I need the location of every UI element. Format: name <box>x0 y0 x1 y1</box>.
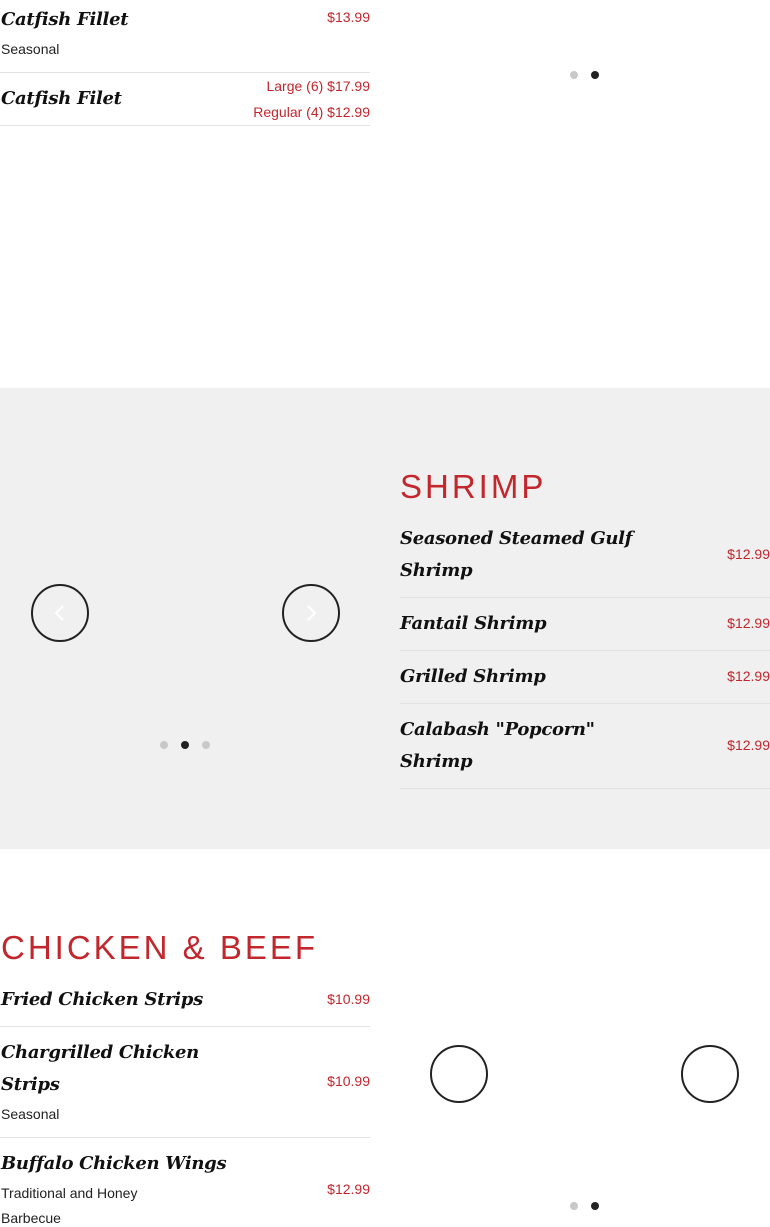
menu-item-price-regular: Regular (4) $12.99 <box>253 104 370 120</box>
menu-item-name: Catfish Fillet <box>1 9 129 30</box>
menu-item-price: $12.99 <box>727 546 770 562</box>
menu-item-price: $12.99 <box>327 1181 370 1197</box>
divider <box>400 650 770 651</box>
carousel-dot[interactable] <box>202 741 210 749</box>
divider <box>0 1026 370 1027</box>
menu-item-name: Strips <box>1 1074 60 1095</box>
carousel-prev-button[interactable] <box>31 584 89 642</box>
menu-item-name: Catfish Filet <box>1 88 122 109</box>
divider <box>0 1137 370 1138</box>
carousel-next-button[interactable] <box>681 1045 739 1103</box>
menu-item-name: Seasoned Steamed Gulf <box>400 528 633 549</box>
chevron-right-icon <box>706 1066 716 1082</box>
carousel-dots <box>570 1202 599 1210</box>
chevron-left-icon <box>453 1066 463 1082</box>
carousel-dot[interactable] <box>570 1202 578 1210</box>
menu-item-price: $10.99 <box>327 1073 370 1089</box>
divider <box>400 703 770 704</box>
chevron-right-icon <box>307 605 317 621</box>
section-title: SHRIMP <box>400 468 547 505</box>
carousel-prev-button[interactable] <box>430 1045 488 1103</box>
menu-item-name: Shrimp <box>400 751 473 772</box>
carousel-dots <box>570 71 599 79</box>
menu-item-description: Traditional and Honey <box>1 1185 138 1201</box>
divider <box>0 125 370 126</box>
menu-item-name: Grilled Shrimp <box>400 666 546 687</box>
menu-item-description: Seasonal <box>1 41 60 57</box>
menu-item-price: $12.99 <box>727 668 770 684</box>
shrimp-section <box>0 388 770 849</box>
menu-item-name: Buffalo Chicken Wings <box>1 1153 227 1174</box>
divider <box>0 72 370 73</box>
menu-item-price: $13.99 <box>327 9 370 25</box>
menu-item-name: Fantail Shrimp <box>400 613 547 634</box>
menu-item-description: Barbecue <box>1 1210 61 1226</box>
menu-item-name: Shrimp <box>400 560 473 581</box>
menu-item-name: Calabash "Popcorn" <box>400 719 595 740</box>
divider <box>400 788 770 789</box>
menu-item-price: $10.99 <box>327 991 370 1007</box>
carousel-dot[interactable] <box>160 741 168 749</box>
carousel-dot[interactable] <box>570 71 578 79</box>
menu-item-price-large: Large (6) $17.99 <box>266 78 370 94</box>
menu-item-price: $12.99 <box>727 737 770 753</box>
divider <box>400 597 770 598</box>
menu-item-name: Fried Chicken Strips <box>1 989 203 1010</box>
carousel-dot-active[interactable] <box>181 741 189 749</box>
carousel-dot-active[interactable] <box>591 1202 599 1210</box>
menu-item-price: $12.99 <box>727 615 770 631</box>
carousel-dots <box>160 741 210 749</box>
carousel-next-button[interactable] <box>282 584 340 642</box>
carousel-dot-active[interactable] <box>591 71 599 79</box>
section-title: CHICKEN & BEEF <box>1 929 319 966</box>
menu-item-name: Chargrilled Chicken <box>1 1042 199 1063</box>
menu-item-description: Seasonal <box>1 1106 60 1122</box>
chevron-left-icon <box>54 605 64 621</box>
